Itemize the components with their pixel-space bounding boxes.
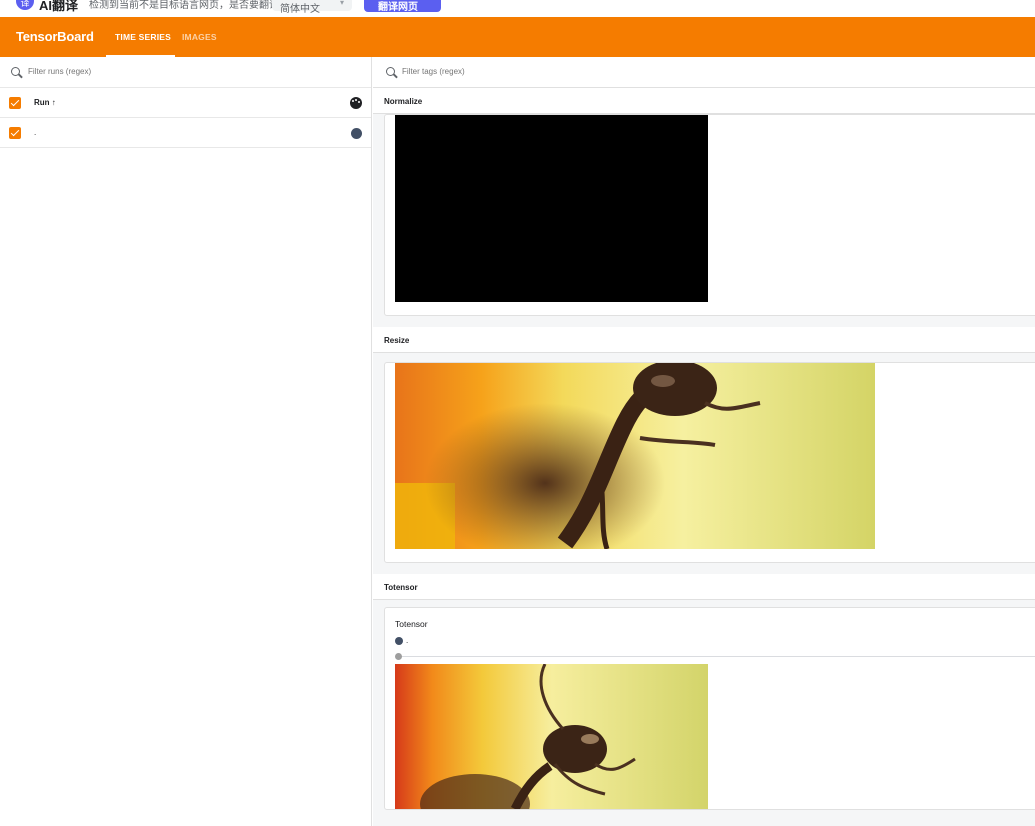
group-header-resize[interactable]: Resize xyxy=(373,327,1035,353)
translate-bar: 译 AI翻译 检测到当前不是目标语言网页，是否要翻译为： 简体中文 ▾ 翻译网页 xyxy=(0,0,1035,17)
runs-header-row: Run ↑ xyxy=(0,88,371,118)
step-slider-thumb[interactable] xyxy=(395,653,402,660)
tags-filter[interactable]: Filter tags (regex) xyxy=(373,57,1035,88)
translate-page-button[interactable]: 翻译网页 xyxy=(364,0,441,13)
brand-title[interactable]: TensorBoard xyxy=(16,29,94,44)
translate-logo-icon: 译 xyxy=(16,0,34,10)
app-header: TensorBoard TIME SERIES IMAGES xyxy=(0,17,1035,57)
image-card-resize xyxy=(384,362,1035,563)
search-icon xyxy=(11,67,20,76)
chevron-down-icon: ▾ xyxy=(339,0,344,7)
run-row: . xyxy=(0,118,371,148)
runs-sidebar: Filter runs (regex) Run ↑ . xyxy=(0,57,372,826)
image-card-normalize xyxy=(384,114,1035,316)
run-legend-label: . xyxy=(406,636,409,645)
language-select-value: 简体中文 xyxy=(280,4,320,15)
run-legend-dot xyxy=(395,637,403,645)
group-header-totensor[interactable]: Totensor xyxy=(373,574,1035,600)
run-color-swatch[interactable] xyxy=(351,128,362,139)
tab-time-series[interactable]: TIME SERIES xyxy=(115,32,171,42)
palette-icon[interactable] xyxy=(350,97,362,109)
card-title: Totensor xyxy=(395,619,428,629)
run-checkbox[interactable] xyxy=(9,127,21,139)
main-panel: Filter tags (regex) Normalize Resize Tot… xyxy=(373,57,1035,826)
run-name: . xyxy=(34,128,37,137)
resize-image xyxy=(395,363,875,549)
translate-title: AI翻译 xyxy=(39,0,79,13)
group-title: Normalize xyxy=(384,97,423,106)
tab-images[interactable]: IMAGES xyxy=(182,32,217,42)
translate-message: 检测到当前不是目标语言网页，是否要翻译为： xyxy=(89,0,299,11)
group-header-normalize[interactable]: Normalize xyxy=(373,88,1035,114)
language-select[interactable]: 简体中文 ▾ xyxy=(272,0,352,15)
run-column-header[interactable]: Run ↑ xyxy=(34,98,56,107)
group-title: Resize xyxy=(384,336,410,345)
tags-filter-input[interactable]: Filter tags (regex) xyxy=(402,67,465,76)
select-all-checkbox[interactable] xyxy=(9,97,21,109)
totensor-image xyxy=(395,664,708,809)
runs-filter-input[interactable]: Filter runs (regex) xyxy=(28,67,91,76)
runs-filter[interactable]: Filter runs (regex) xyxy=(0,57,371,88)
image-card-totensor: Totensor . xyxy=(384,607,1035,810)
group-title: Totensor xyxy=(384,583,418,592)
search-icon xyxy=(386,67,395,76)
normalize-image xyxy=(395,115,708,302)
step-slider-track[interactable] xyxy=(399,656,1035,657)
